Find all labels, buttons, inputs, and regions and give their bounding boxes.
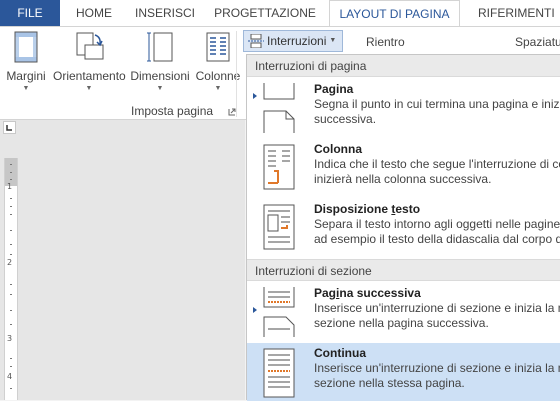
dimensioni-label: Dimensioni: [130, 69, 190, 83]
arrow-icon: [253, 307, 257, 313]
description-line: sezione nella pagina successiva.: [314, 316, 489, 330]
ruler-tick: [10, 388, 12, 389]
ruler-tick: [10, 294, 12, 295]
column-break-icon: [263, 144, 295, 190]
group-divider: [236, 31, 237, 117]
ruler-tick: [10, 198, 12, 199]
ruler-number: 1: [7, 182, 13, 191]
orientamento-button[interactable]: Orientamento ▼: [53, 31, 126, 92]
ruler-tick: [10, 230, 12, 231]
description-line: inizierà nella colonna successiva.: [314, 172, 492, 186]
ruler-tick: [10, 358, 12, 359]
interruzioni-button[interactable]: Interruzioni ▼: [243, 30, 344, 52]
tab-inserisci[interactable]: INSERISCI: [128, 0, 202, 26]
tab-riferimenti[interactable]: RIFERIMENTI: [466, 0, 560, 26]
menu-item-pagina-successiva[interactable]: Pagina successiva Inserisce un'interruzi…: [247, 283, 560, 341]
menu-item-description: Indica che il testo che segue l'interruz…: [314, 157, 560, 187]
interruzioni-label: Interruzioni: [267, 34, 327, 48]
colonne-label: Colonne: [195, 69, 241, 83]
margini-button[interactable]: Margini ▼: [4, 31, 48, 92]
menu-item-disposizione-testo[interactable]: Disposizione testo Separa il testo intor…: [247, 199, 560, 257]
title-part: na successiva: [339, 286, 421, 300]
tab-file[interactable]: FILE: [0, 0, 60, 26]
description-line: Segna il punto in cui termina una pagina…: [314, 97, 560, 111]
continuous-section-break-icon: [263, 348, 295, 398]
menu-item-description: Inserisce un'interruzione di sezione e i…: [314, 301, 560, 331]
breaks-icon: [248, 34, 264, 48]
menu-item-title: Pagina: [314, 82, 354, 96]
menu-item-colonna[interactable]: Colonna Indica che il testo che segue l'…: [247, 139, 560, 197]
tab-home[interactable]: HOME: [64, 0, 124, 26]
ruler-number: 4: [7, 372, 13, 381]
description-line: Inserisce un'interruzione di sezione e i…: [314, 361, 560, 375]
tab-progettazione[interactable]: PROGETTAZIONE: [206, 0, 324, 26]
menu-item-description: Segna il punto in cui termina una pagina…: [314, 97, 560, 127]
ruler-tick: [10, 324, 12, 325]
page-break-icon: [263, 83, 295, 133]
dialog-launcher-icon[interactable]: [228, 105, 236, 119]
text-wrapping-break-icon: [263, 204, 295, 250]
orientation-icon: [76, 32, 104, 60]
ruler-tick: [10, 310, 12, 311]
menu-item-title: Disposizione testo: [314, 202, 420, 216]
description-line: Inserisce un'interruzione di sezione e i…: [314, 301, 560, 315]
chevron-down-icon: ▼: [156, 85, 164, 92]
margins-icon: [14, 31, 38, 63]
ruler-tick: [10, 244, 12, 245]
size-icon: [147, 32, 173, 62]
menu-item-description: Separa il testo intorno agli oggetti nel…: [314, 217, 560, 247]
section-header-page-breaks: Interruzioni di pagina: [247, 55, 560, 77]
chevron-down-icon: ▼: [22, 85, 30, 92]
spaziatura-label: Spaziatu: [515, 35, 560, 49]
description-line: sezione nella stessa pagina.: [314, 376, 465, 390]
ruler-tick: [10, 179, 12, 180]
description-line: Separa il testo intorno agli oggetti nel…: [314, 217, 560, 231]
menu-item-title: Colonna: [314, 142, 362, 156]
tab-layout-di-pagina[interactable]: LAYOUT DI PAGINA: [329, 0, 460, 26]
chevron-down-icon: ▼: [329, 37, 337, 44]
rientro-label: Rientro: [366, 35, 405, 49]
title-part: Pag: [314, 286, 337, 300]
ruler-tick: [10, 214, 12, 215]
menu-item-pagina[interactable]: Pagina Segna il punto in cui termina una…: [247, 79, 560, 137]
menu-item-description: Inserisce un'interruzione di sezione e i…: [314, 361, 560, 391]
ruler-tick: [10, 172, 12, 173]
ruler-number: 2: [7, 258, 13, 267]
section-header-section-breaks: Interruzioni di sezione: [247, 259, 560, 281]
ribbon-tabs: FILE HOME INSERISCI PROGETTAZIONE LAYOUT…: [0, 0, 560, 26]
ruler-tick: [10, 164, 12, 165]
vertical-ruler[interactable]: 1 2 3 4: [4, 158, 18, 400]
tab-selector-icon[interactable]: [3, 121, 16, 134]
colonne-button[interactable]: Colonne ▼: [195, 31, 241, 92]
title-part: esto: [395, 202, 421, 216]
ruler-tick: [10, 254, 12, 255]
description-line: successiva.: [314, 112, 377, 126]
chevron-down-icon: ▼: [214, 85, 222, 92]
group-label-imposta-pagina: Imposta pagina: [131, 104, 214, 118]
description-line: Indica che il testo che segue l'interruz…: [314, 157, 560, 171]
ruler-number: 3: [7, 334, 13, 343]
title-part: Disposizione: [314, 202, 392, 216]
menu-item-title: Continua: [314, 346, 366, 360]
document-area[interactable]: [0, 120, 245, 400]
orientamento-label: Orientamento: [53, 69, 126, 83]
ruler-tick: [10, 284, 12, 285]
margini-label: Margini: [6, 69, 46, 83]
menu-item-title: Pagina successiva: [314, 286, 421, 300]
dimensioni-button[interactable]: Dimensioni ▼: [129, 31, 191, 92]
interruzioni-dropdown: Interruzioni di pagina Pagina Segna il p…: [246, 54, 560, 401]
next-page-section-break-icon: [263, 287, 295, 337]
columns-icon: [206, 32, 230, 62]
arrow-icon: [253, 93, 257, 99]
menu-item-continua[interactable]: Continua Inserisce un'interruzione di se…: [247, 343, 560, 401]
ruler-tick: [10, 366, 12, 367]
description-line: ad esempio il testo della didascalia dal…: [314, 232, 560, 246]
chevron-down-icon: ▼: [85, 85, 93, 92]
ruler-tick: [10, 206, 12, 207]
